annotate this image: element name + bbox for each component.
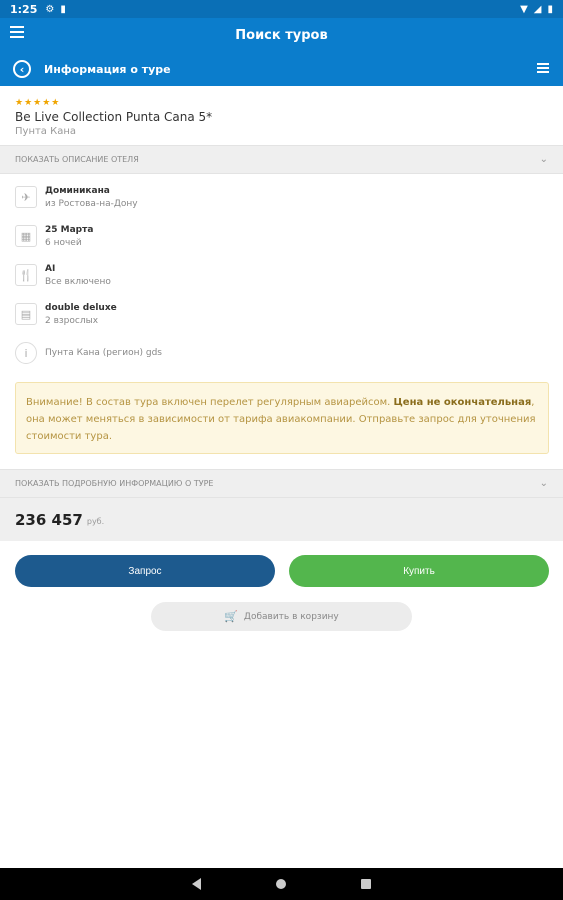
calendar-icon: ▦ (15, 225, 37, 247)
detail-row-region: i Пунта Кана (регион) gds (15, 342, 545, 381)
hotel-name: Be Live Collection Punta Cana 5* (15, 110, 213, 124)
price-notice: Внимание! В состав тура включен перелет … (15, 382, 549, 454)
meal-description: Все включено (45, 277, 111, 287)
app-bar: Поиск туров (0, 18, 563, 52)
detail-row-room: ▤ double deluxe 2 взрослых (15, 303, 545, 342)
plane-icon: ✈ (15, 186, 37, 208)
status-time: 1:25 (10, 2, 38, 16)
nav-back-icon[interactable] (192, 878, 201, 890)
battery-icon: ▮ (547, 3, 553, 15)
status-bar: 1:25 ⚙ ▮ ▼ ◢ ▮ (0, 0, 563, 18)
nav-home-icon[interactable] (276, 879, 286, 889)
app-title: Поиск туров (235, 27, 328, 43)
detail-row-date: ▦ 25 Марта 6 ночей (15, 225, 545, 264)
show-hotel-description-toggle[interactable]: ПОКАЗАТЬ ОПИСАНИЕ ОТЕЛЯ ⌄ (0, 145, 563, 174)
list-menu-icon[interactable] (537, 63, 549, 75)
star-rating: ★★★★★ (15, 98, 61, 108)
request-button[interactable]: Запрос (15, 555, 275, 587)
signal-icon: ◢ (533, 3, 542, 15)
tour-date: 25 Марта (45, 225, 94, 235)
bed-icon: ▤ (15, 303, 37, 325)
departure-city: из Ростова-на-Дону (45, 199, 138, 209)
guests: 2 взрослых (45, 316, 99, 326)
price-currency: руб. (86, 517, 105, 526)
info-icon: i (15, 342, 37, 364)
region-text: Пунта Кана (регион) gds (45, 348, 162, 358)
tour-nights: 6 ночей (45, 238, 82, 248)
hamburger-menu-icon[interactable] (10, 26, 24, 40)
section-label: ПОКАЗАТЬ ПОДРОБНУЮ ИНФОРМАЦИЮ О ТУРЕ (15, 479, 214, 488)
back-arrow-icon[interactable]: ‹ (13, 60, 31, 78)
destination-country: Доминикана (45, 186, 110, 196)
chevron-down-icon: ⌄ (539, 154, 548, 165)
fork-knife-icon: 🍴 (15, 264, 37, 286)
page-title: Информация о туре (44, 62, 171, 76)
settings-icon: ⚙ (45, 3, 55, 15)
section-label: ПОКАЗАТЬ ОПИСАНИЕ ОТЕЛЯ (15, 155, 139, 164)
show-tour-details-toggle[interactable]: ПОКАЗАТЬ ПОДРОБНУЮ ИНФОРМАЦИЮ О ТУРЕ ⌄ (0, 469, 563, 498)
notice-bold: Цена не окончательная (393, 397, 532, 408)
buy-button[interactable]: Купить (289, 555, 549, 587)
hotel-city: Пунта Кана (15, 126, 77, 137)
meal-code: AI (45, 264, 56, 274)
tour-price: 236 457 (15, 510, 83, 529)
sub-bar: ‹ Информация о туре (0, 52, 563, 86)
sd-card-icon: ▮ (60, 3, 66, 15)
add-to-cart-label: Добавить в корзину (243, 611, 339, 622)
price-bar: 236 457 руб. (0, 498, 563, 541)
tour-details-list: ✈ Доминикана из Ростова-на-Дону ▦ 25 Мар… (15, 186, 545, 381)
chevron-down-icon: ⌄ (539, 478, 548, 489)
detail-row-destination: ✈ Доминикана из Ростова-на-Дону (15, 186, 545, 225)
add-to-cart-button[interactable]: 🛒 Добавить в корзину (151, 602, 412, 631)
room-type: double deluxe (45, 303, 117, 313)
notice-text-1: Внимание! В состав тура включен перелет … (26, 397, 394, 408)
wifi-icon: ▼ (520, 3, 528, 15)
system-nav-bar (0, 868, 563, 900)
cart-plus-icon: 🛒 (224, 610, 238, 623)
detail-row-meal: 🍴 AI Все включено (15, 264, 545, 303)
nav-recents-icon[interactable] (361, 879, 371, 889)
hotel-header: ★★★★★ Be Live Collection Punta Cana 5* П… (15, 98, 545, 137)
